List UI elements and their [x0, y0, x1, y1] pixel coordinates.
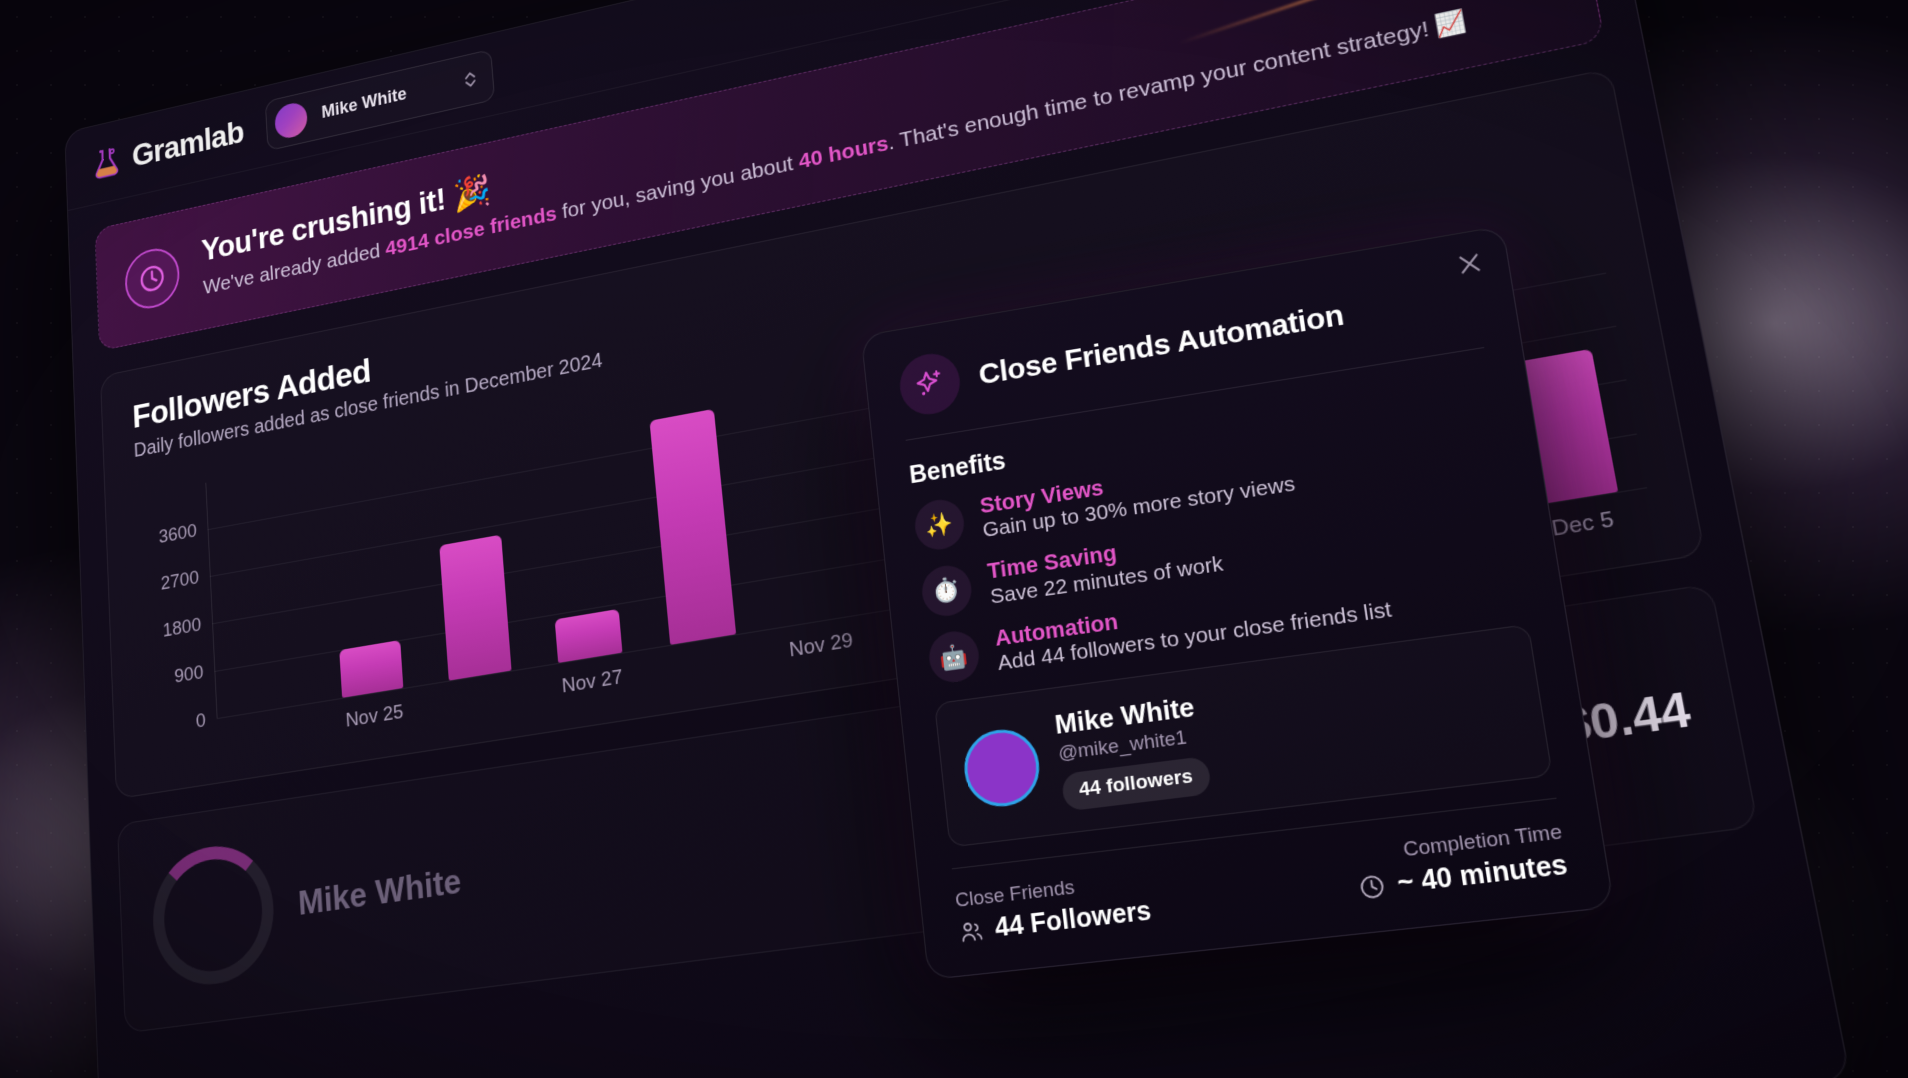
screenshot-stage: Gramlab Mike White You're crushing it! 🎉…	[0, 0, 1908, 1078]
banner-clock-icon-wrap	[124, 243, 181, 314]
account-avatar	[274, 99, 309, 141]
profile-avatar	[960, 725, 1044, 811]
chart-x-tick-label: Nov 29	[788, 629, 855, 663]
close-friends-automation-modal: Close Friends Automation Benefits ✨ Story…	[860, 225, 1615, 981]
chart-bar[interactable]	[439, 534, 512, 681]
sparkles-emoji-icon: ✨	[912, 496, 967, 554]
clock-icon	[1357, 872, 1388, 902]
flask-icon	[91, 143, 121, 181]
profile-info: Mike White @mike_white1 44 followers	[1053, 691, 1212, 813]
clock-icon	[138, 260, 167, 296]
account-name: Mike White	[321, 83, 408, 122]
stat-completion-time: Completion Time ~ 40 minutes	[1261, 821, 1570, 915]
perspective-scene: Gramlab Mike White You're crushing it! 🎉…	[0, 0, 1908, 1078]
chart-y-tick-label: 2700	[160, 567, 200, 596]
chart-y-tick-label: 900	[173, 661, 204, 689]
chart-x-tick-label: Nov 25	[344, 701, 405, 733]
chart-bar-column[interactable]	[410, 425, 535, 685]
chevron-up-down-icon	[463, 68, 478, 90]
chart-y-tick-label: 1800	[162, 614, 202, 643]
users-icon	[957, 917, 985, 946]
chart-bar-column[interactable]	[205, 464, 320, 718]
chart-y-tick-label: 3600	[158, 520, 198, 549]
chart-bar-column[interactable]: Nov 27	[516, 404, 647, 698]
stat-close-friends: Close Friends 44 Followers	[954, 858, 1243, 948]
brand-name: Gramlab	[131, 113, 245, 173]
summary-account-name: Mike White	[297, 860, 463, 923]
chart-bar[interactable]	[339, 639, 404, 699]
chart-x-tick-label: Nov 27	[561, 666, 624, 699]
chart-bar[interactable]	[649, 409, 737, 646]
followers-badge: 44 followers	[1060, 756, 1212, 813]
stopwatch-emoji-icon: ⏱️	[919, 562, 974, 619]
chart-y-tick-label: 0	[195, 709, 207, 734]
sparkles-icon-wrap	[896, 349, 964, 419]
chart-bar-column[interactable]: Nov 25	[306, 445, 426, 732]
brand-logo[interactable]: Gramlab	[91, 113, 244, 182]
close-icon[interactable]	[1454, 248, 1486, 279]
chart-x-tick-label: Dec 5	[1549, 507, 1616, 543]
progress-donut	[150, 838, 278, 992]
sparkles-icon	[913, 366, 947, 396]
robot-emoji-icon: 🤖	[926, 628, 982, 686]
